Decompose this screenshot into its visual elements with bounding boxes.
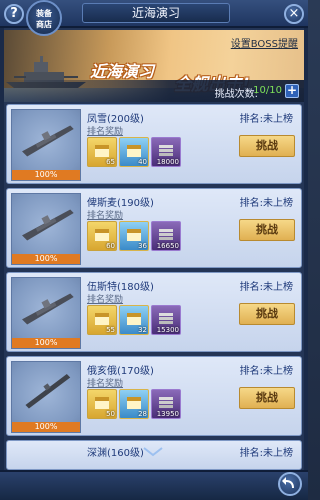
ship-name: 俄亥俄(170级) [87,366,154,377]
challenge-button[interactable]: 挑战 [239,219,295,241]
reward-list: 60 36 16650 [87,221,181,255]
shells-icon [159,397,173,408]
ship-name: 凤雪(200级) [87,114,144,125]
attempts-count: 10/10 [253,85,282,96]
submarine-icon [25,374,71,409]
chest-icon [127,145,141,157]
chest-icon [127,229,141,241]
shells-icon [159,229,173,240]
reward-qty: 32 [138,326,147,334]
ship-name: 俾斯麦(190级) [87,198,154,209]
shells-icon [159,313,173,324]
hp-text: 100% [34,422,58,431]
chest-icon [95,397,109,409]
ship-name: 深渊(160级) [87,448,144,459]
rank-text: 排名:未上榜 [239,366,293,377]
return-arrow-icon [282,477,294,488]
chest-icon [127,397,141,409]
shells-reward[interactable]: 13950 [151,389,181,419]
blue-chest-reward[interactable]: 36 [119,221,149,251]
boss-reminder-link[interactable]: 设置BOSS提醒 [231,35,298,50]
reward-qty: 15300 [156,326,179,334]
bottom-bar [0,470,308,500]
reward-qty: 28 [138,410,147,418]
reward-qty: 13950 [156,410,179,418]
rank-text: 排名:未上榜 [239,448,293,459]
help-button[interactable]: ? [4,4,24,24]
gold-chest-reward[interactable]: 60 [87,221,117,251]
hp-text: 100% [34,254,58,263]
rank-reward-label[interactable]: 排名奖励 [87,376,123,389]
back-button[interactable] [278,472,302,496]
attempts-row: 挑战次数: 10/10 + [4,80,304,102]
rank-text: 排名:未上榜 [239,114,293,125]
reward-qty: 18000 [156,158,179,166]
ship-list[interactable]: 100% 凤雪(200级) 排名奖励 排名:未上榜 65 40 18000 挑战 [6,104,302,496]
shells-icon [159,145,173,156]
shells-reward[interactable]: 16650 [151,221,181,251]
ship-icon [22,293,74,325]
shop-label-line1: 装备 [36,9,52,18]
challenge-button[interactable]: 挑战 [239,387,295,409]
hp-text: 100% [34,338,58,347]
gold-chest-reward[interactable]: 55 [87,305,117,335]
reward-qty: 50 [106,410,115,418]
chest-icon [95,145,109,157]
blue-chest-reward[interactable]: 32 [119,305,149,335]
ship-name: 伍斯特(180级) [87,282,154,293]
blue-chest-reward[interactable]: 40 [119,137,149,167]
ship-portrait: 100% [11,277,81,349]
reward-qty: 40 [138,158,147,166]
hp-text: 100% [34,170,58,179]
list-item: 100% 俄亥俄(170级) 排名奖励 排名:未上榜 50 28 13950 挑… [6,356,302,436]
shop-label-line2: 商店 [36,20,52,29]
chest-icon [95,313,109,325]
chest-icon [95,229,109,241]
chest-icon [127,313,141,325]
ship-portrait: 100% [11,361,81,433]
shells-reward[interactable]: 15300 [151,305,181,335]
challenge-button[interactable]: 挑战 [239,303,295,325]
gold-chest-reward[interactable]: 65 [87,137,117,167]
reward-list: 65 40 18000 [87,137,181,171]
attempts-label: 挑战次数: [214,89,258,100]
shells-reward[interactable]: 18000 [151,137,181,167]
challenge-button[interactable]: 挑战 [239,135,295,157]
reward-list: 50 28 13950 [87,389,181,423]
rank-reward-label[interactable]: 排名奖励 [87,124,123,137]
reward-qty: 16650 [156,242,179,250]
blue-chest-reward[interactable]: 28 [119,389,149,419]
ship-portrait: 100% [11,193,81,265]
chevron-down-icon[interactable] [142,446,164,458]
reward-qty: 65 [106,158,115,166]
banner-slogan-1: 近海演习 [90,62,155,81]
ship-icon [22,125,74,157]
ship-icon [22,209,74,241]
equipment-shop-button[interactable]: 装备 商店 [26,0,62,36]
rank-reward-label[interactable]: 排名奖励 [87,208,123,221]
gold-chest-reward[interactable]: 50 [87,389,117,419]
reward-qty: 36 [138,242,147,250]
reward-list: 55 32 15300 [87,305,181,339]
page-title: 近海演习 [82,3,230,23]
ship-portrait: 100% [11,109,81,181]
list-item: 100% 凤雪(200级) 排名奖励 排名:未上榜 65 40 18000 挑战 [6,104,302,184]
close-button[interactable]: × [284,4,304,24]
add-attempts-button[interactable]: + [285,84,299,98]
rank-reward-label[interactable]: 排名奖励 [87,292,123,305]
rank-text: 排名:未上榜 [239,198,293,209]
reward-qty: 55 [106,326,115,334]
list-item: 100% 伍斯特(180级) 排名奖励 排名:未上榜 55 32 15300 挑… [6,272,302,352]
reward-qty: 60 [106,242,115,250]
list-item: 100% 俾斯麦(190级) 排名奖励 排名:未上榜 60 36 16650 挑… [6,188,302,268]
rank-text: 排名:未上榜 [239,282,293,293]
